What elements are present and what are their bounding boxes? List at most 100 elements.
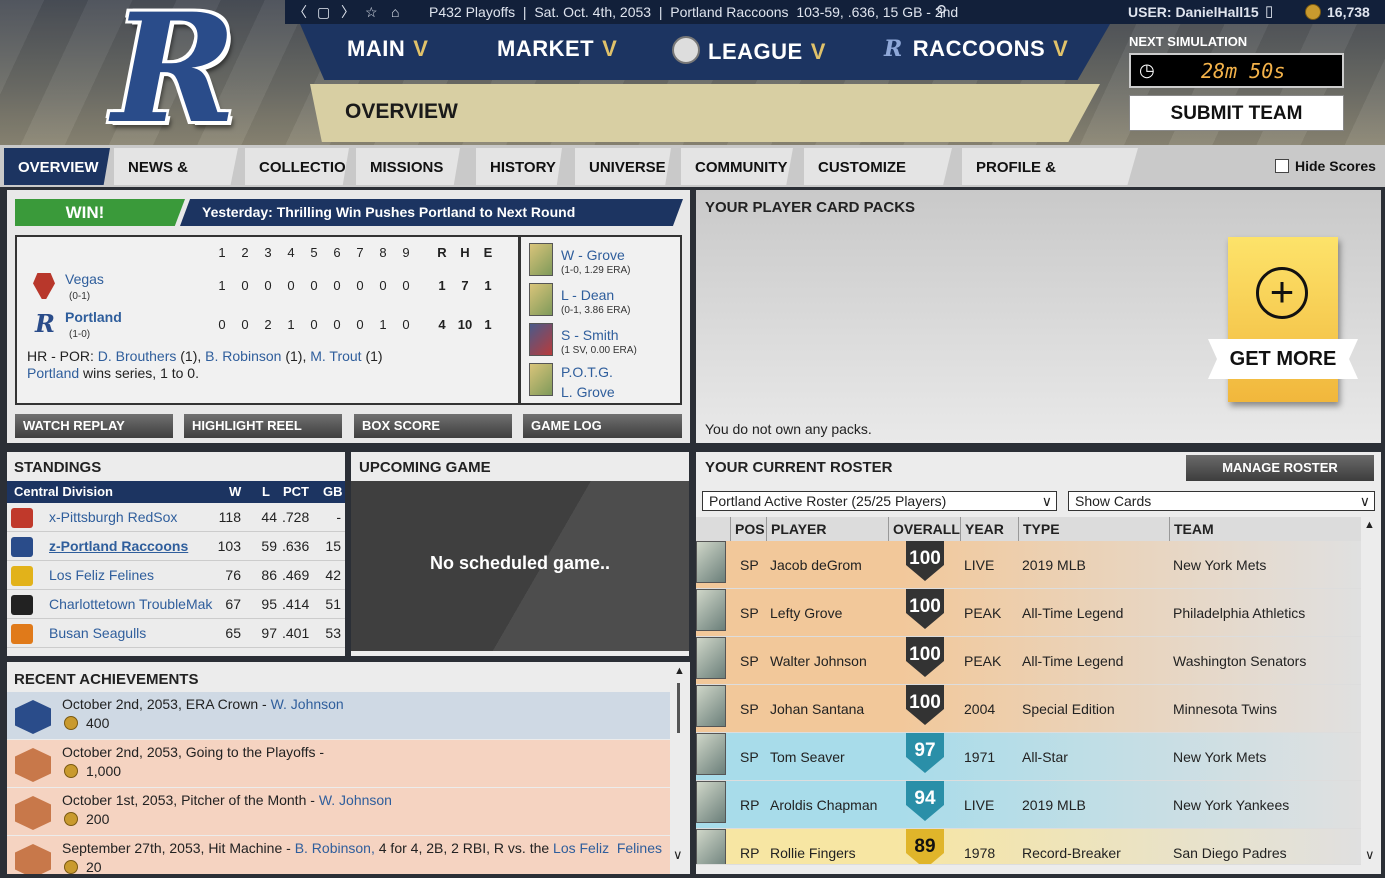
manage-roster-button[interactable]: MANAGE ROSTER bbox=[1186, 455, 1374, 481]
box-score-button[interactable]: BOX SCORE bbox=[354, 414, 512, 438]
roster-row[interactable]: RP Aroldis Chapman 94 LIVE 2019 MLB New York … bbox=[696, 781, 1361, 829]
checkbox-icon[interactable] bbox=[1275, 159, 1289, 173]
roster-player-name[interactable]: Rollie Fingers bbox=[770, 829, 856, 864]
scroll-up-icon[interactable]: ▲ bbox=[1364, 519, 1375, 531]
roster-player-name[interactable]: Johan Santana bbox=[770, 685, 864, 733]
standings-row[interactable]: Charlottetown TroubleMak 67 95 .414 51 bbox=[7, 590, 345, 619]
tab-overview[interactable]: OVERVIEW bbox=[4, 148, 110, 185]
col-type[interactable]: TYPE bbox=[1018, 517, 1169, 541]
series-team-link[interactable]: Portland bbox=[27, 365, 79, 381]
tab-news-mail[interactable]: NEWS & MAIL bbox=[114, 148, 238, 185]
tab-community[interactable]: COMMUNITY bbox=[681, 148, 793, 185]
player-card-thumbnail[interactable] bbox=[696, 733, 726, 775]
pitcher-label[interactable]: L - Dean bbox=[561, 287, 614, 303]
standings-team-link[interactable]: Los Feliz Felines bbox=[49, 561, 219, 590]
nav-league[interactable]: LEAGUE V bbox=[672, 36, 826, 65]
hide-scores-toggle[interactable]: Hide Scores bbox=[1275, 158, 1376, 174]
league-logo-icon bbox=[672, 36, 700, 64]
hr-player-link[interactable]: B. Robinson bbox=[205, 348, 281, 364]
tab-customize-team[interactable]: CUSTOMIZE TEAM bbox=[804, 148, 952, 185]
player-card-thumbnail[interactable] bbox=[529, 283, 553, 316]
home-icon[interactable]: ⌂ bbox=[391, 0, 399, 24]
standings-row[interactable]: Los Feliz Felines 76 86 .469 42 bbox=[7, 561, 345, 590]
col-overall[interactable]: OVERALL bbox=[888, 517, 960, 541]
watch-replay-button[interactable]: WATCH REPLAY bbox=[15, 414, 173, 438]
home-inning: 1 bbox=[379, 317, 387, 332]
player-card-thumbnail[interactable] bbox=[696, 541, 726, 583]
pitcher-label[interactable]: S - Smith bbox=[561, 327, 619, 343]
home-team-name[interactable]: Portland bbox=[65, 309, 122, 325]
scroll-up-icon[interactable]: ▲ bbox=[674, 665, 685, 677]
roster-scrollbar[interactable]: ▲ ∨ bbox=[1362, 517, 1378, 869]
roster-row[interactable]: SP Walter Johnson 100 PEAK All-Time Legend Wa… bbox=[696, 637, 1361, 685]
player-card-thumbnail[interactable] bbox=[696, 589, 726, 631]
scroll-down-icon[interactable]: ∨ bbox=[673, 847, 683, 863]
hr-player-link[interactable]: M. Trout bbox=[310, 348, 361, 364]
col-pos[interactable]: POS bbox=[730, 517, 766, 541]
get-more-label[interactable]: GET MORE bbox=[1208, 339, 1358, 379]
view-select[interactable]: Show Cards ∨ bbox=[1068, 491, 1375, 511]
col-year[interactable]: YEAR bbox=[960, 517, 1018, 541]
roster-team: Washington Senators bbox=[1173, 653, 1307, 669]
roster-select[interactable]: Portland Active Roster (25/25 Players) ∨ bbox=[702, 491, 1057, 511]
search-icon[interactable]: ⚲ bbox=[936, 0, 947, 24]
player-card-thumbnail[interactable] bbox=[529, 363, 553, 396]
highlight-reel-button[interactable]: HIGHLIGHT REEL bbox=[184, 414, 342, 438]
back-icon[interactable]: 〈 bbox=[293, 0, 307, 24]
favorite-star-icon[interactable]: ☆ bbox=[365, 0, 378, 24]
hr-player-link[interactable]: D. Brouthers bbox=[98, 348, 177, 364]
game-headline[interactable]: Yesterday: Thrilling Win Pushes Portland… bbox=[180, 199, 683, 226]
pitcher-label[interactable]: W - Grove bbox=[561, 247, 625, 263]
roster-player-name[interactable]: Tom Seaver bbox=[770, 733, 845, 781]
roster-player-name[interactable]: Jacob deGrom bbox=[770, 541, 862, 589]
standings-row[interactable]: z-Portland Raccoons 103 59 .636 15 bbox=[7, 532, 345, 561]
roster-row[interactable]: SP Jacob deGrom 100 LIVE 2019 MLB New York Me… bbox=[696, 541, 1361, 589]
col-player[interactable]: PLAYER bbox=[766, 517, 888, 541]
player-card-thumbnail[interactable] bbox=[529, 243, 553, 276]
standings-team-link[interactable]: z-Portland Raccoons bbox=[49, 532, 219, 561]
standings-team-link[interactable]: x-Pittsburgh RedSox bbox=[49, 503, 219, 532]
achievement-player-link[interactable]: W. Johnson bbox=[319, 792, 392, 808]
player-card-thumbnail[interactable] bbox=[696, 781, 726, 823]
standings-team-link[interactable]: Charlottetown TroubleMak bbox=[49, 590, 219, 619]
tab-missions[interactable]: MISSIONS bbox=[356, 148, 460, 185]
roster-row[interactable]: SP Lefty Grove 100 PEAK All-Time Legend Phila… bbox=[696, 589, 1361, 637]
away-team-name[interactable]: Vegas bbox=[65, 271, 104, 287]
col-team[interactable]: TEAM bbox=[1169, 517, 1361, 541]
player-card-thumbnail[interactable] bbox=[696, 829, 726, 864]
standings-row[interactable]: x-Pittsburgh RedSox 118 44 .728 - bbox=[7, 503, 345, 532]
scroll-down-icon[interactable]: ∨ bbox=[1365, 847, 1375, 863]
team-logo[interactable]: R bbox=[112, 0, 237, 144]
window-mode-icon[interactable]: ▢ bbox=[317, 0, 330, 24]
potg-player[interactable]: L. Grove bbox=[561, 384, 615, 400]
standings-row[interactable]: Busan Seagulls 65 97 .401 53 bbox=[7, 619, 345, 648]
player-card-thumbnail[interactable] bbox=[696, 685, 726, 727]
roster-row[interactable]: SP Johan Santana 100 2004 Special Edition Min… bbox=[696, 685, 1361, 733]
roster-player-name[interactable]: Lefty Grove bbox=[770, 589, 842, 637]
player-card-thumbnail[interactable] bbox=[529, 323, 553, 356]
submit-team-button[interactable]: SUBMIT TEAM bbox=[1129, 95, 1344, 131]
nav-raccoons[interactable]: R RACCOONS V bbox=[884, 36, 1068, 62]
scroll-thumb[interactable] bbox=[677, 683, 680, 733]
tab-collection[interactable]: COLLECTION bbox=[245, 148, 349, 185]
player-card-thumbnail[interactable] bbox=[696, 637, 726, 679]
roster-player-name[interactable]: Aroldis Chapman bbox=[770, 781, 877, 829]
standings-gb: 15 bbox=[325, 538, 341, 554]
forward-icon[interactable]: 〉 bbox=[341, 0, 355, 24]
standings-team-link[interactable]: Busan Seagulls bbox=[49, 619, 219, 648]
achievement-player-link[interactable]: W. Johnson bbox=[271, 696, 344, 712]
tab-universe[interactable]: UNIVERSE bbox=[575, 148, 671, 185]
nav-main[interactable]: MAIN V bbox=[347, 36, 428, 62]
roster-player-name[interactable]: Walter Johnson bbox=[770, 637, 867, 685]
achievements-scrollbar[interactable]: ▲ ∨ bbox=[672, 665, 686, 865]
roster-row[interactable]: SP Tom Seaver 97 1971 All-Star New York Mets bbox=[696, 733, 1361, 781]
achievement-team-link[interactable]: Los Feliz Felines bbox=[553, 840, 662, 856]
phone-icon[interactable]: ▯ bbox=[1265, 0, 1273, 24]
game-log-button[interactable]: GAME LOG bbox=[523, 414, 682, 438]
roster-row[interactable]: RP Rollie Fingers 89 1978 Record-Breaker San … bbox=[696, 829, 1361, 865]
tab-profile-settings[interactable]: PROFILE & SETTINGS bbox=[962, 148, 1138, 185]
nav-market[interactable]: MARKET V bbox=[497, 36, 617, 62]
achievement-player-link[interactable]: B. Robinson, bbox=[295, 840, 375, 856]
tab-history[interactable]: HISTORY bbox=[476, 148, 562, 185]
user-name[interactable]: USER: DanielHall15 bbox=[1128, 0, 1259, 24]
